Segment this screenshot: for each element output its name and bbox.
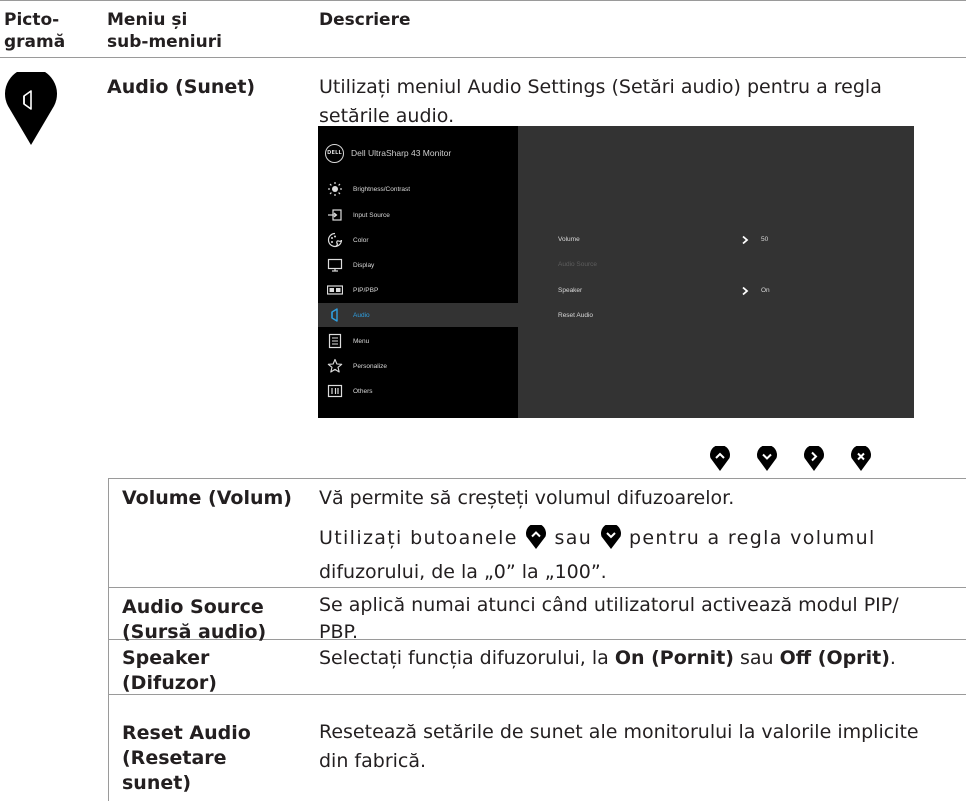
others-icon — [327, 384, 343, 398]
up-button[interactable] — [709, 446, 731, 472]
display-icon — [327, 258, 343, 272]
osd-item-label: Menu — [353, 337, 370, 345]
osd-sub-audio-source: Audio Source — [558, 261, 598, 268]
osd-item-label: Others — [353, 387, 373, 395]
color-icon — [327, 232, 343, 248]
row-rule-4 — [108, 694, 966, 695]
down-button[interactable] — [756, 446, 778, 472]
header-rule — [0, 57, 966, 58]
osd-sub-reset-audio[interactable]: Reset Audio — [558, 312, 593, 319]
osd-brand: DELL Dell UltraSharp 43 Monitor — [325, 143, 451, 163]
menu-label-audio: Audio (Sunet) — [107, 76, 256, 98]
row-desc-volume-1: Vă permite să creșteți volumul difuzoare… — [319, 487, 735, 509]
osd-item-color[interactable]: Color — [318, 228, 518, 252]
osd-item-label: Brightness/Contrast — [353, 185, 411, 193]
header-meniu: Meniu și sub-meniuri — [107, 10, 222, 52]
osd-sub-speaker-value: On — [761, 287, 770, 294]
osd-sub-volume-value: 50 — [761, 236, 769, 243]
osd-item-label: Display — [353, 261, 375, 269]
osd-sidebar: DELL Dell UltraSharp 43 Monitor Brightne… — [318, 126, 518, 418]
brightness-icon — [328, 182, 342, 196]
osd-sub-speaker[interactable]: Speaker — [558, 287, 582, 294]
row-desc-speaker: Selectați funcția difuzorului, la On (Po… — [319, 647, 896, 669]
osd-item-personalize[interactable]: Personalize — [318, 354, 518, 378]
chevron-right-icon — [742, 235, 749, 245]
osd-item-brightness[interactable]: Brightness/Contrast — [318, 177, 518, 201]
audio-description: Utilizați meniul Audio Settings (Setări … — [319, 76, 882, 127]
input-source-icon — [328, 209, 342, 221]
osd-submenu-panel — [518, 126, 914, 418]
pip-pbp-icon — [327, 285, 343, 295]
row-desc-reset-audio: Resetează setările de sunet ale monitoru… — [319, 721, 919, 772]
osd-screenshot: DELL Dell UltraSharp 43 Monitor Brightne… — [318, 126, 914, 418]
right-button[interactable] — [803, 446, 825, 472]
top-rule — [0, 0, 966, 1]
row-label-speaker: Speaker (Difuzor) — [122, 647, 217, 694]
row-desc-audio-source: Se aplică numai atunci când utilizatorul… — [319, 594, 899, 643]
up-button-icon — [526, 525, 547, 549]
osd-item-label: Input Source — [353, 211, 390, 219]
osd-brand-text: Dell UltraSharp 43 Monitor — [351, 148, 452, 158]
column-rule — [108, 478, 109, 801]
star-icon — [327, 358, 343, 373]
osd-item-label: PIP/PBP — [353, 286, 379, 294]
header-descriere: Descriere — [319, 10, 411, 30]
header-pictograma: Picto-gramă — [4, 10, 66, 52]
osd-item-label: Color — [353, 236, 369, 244]
dell-logo: DELL — [325, 143, 344, 163]
chevron-right-icon — [742, 286, 749, 296]
osd-item-display[interactable]: Display — [318, 253, 518, 277]
speaker-icon — [5, 72, 57, 145]
osd-item-input-source[interactable]: Input Source — [318, 203, 518, 227]
row-rule-1 — [108, 478, 966, 479]
osd-item-pip-pbp[interactable]: PIP/PBP — [318, 278, 518, 302]
row-rule-2 — [108, 587, 966, 588]
row-label-volume: Volume (Volum) — [122, 487, 292, 509]
osd-item-label: Audio — [353, 311, 370, 319]
osd-item-audio[interactable]: Audio — [318, 303, 518, 327]
row-desc-volume-2: Utilizați butoanele sau pentru a regla v… — [319, 524, 964, 553]
audio-icon — [331, 308, 338, 322]
close-button[interactable] — [850, 446, 872, 472]
row-label-audio-source: Audio Source (Sursă audio) — [122, 596, 267, 643]
row-label-reset-audio: Reset Audio (Resetare sunet) — [122, 722, 251, 794]
down-button-icon — [600, 525, 621, 549]
osd-item-others[interactable]: Others — [318, 379, 518, 403]
osd-item-label: Personalize — [353, 362, 387, 370]
row-desc-volume-3: difuzorului, de la „0” la „100”. — [319, 561, 607, 583]
osd-sub-volume[interactable]: Volume — [558, 236, 580, 243]
menu-icon — [328, 333, 342, 349]
osd-item-menu[interactable]: Menu — [318, 329, 518, 353]
